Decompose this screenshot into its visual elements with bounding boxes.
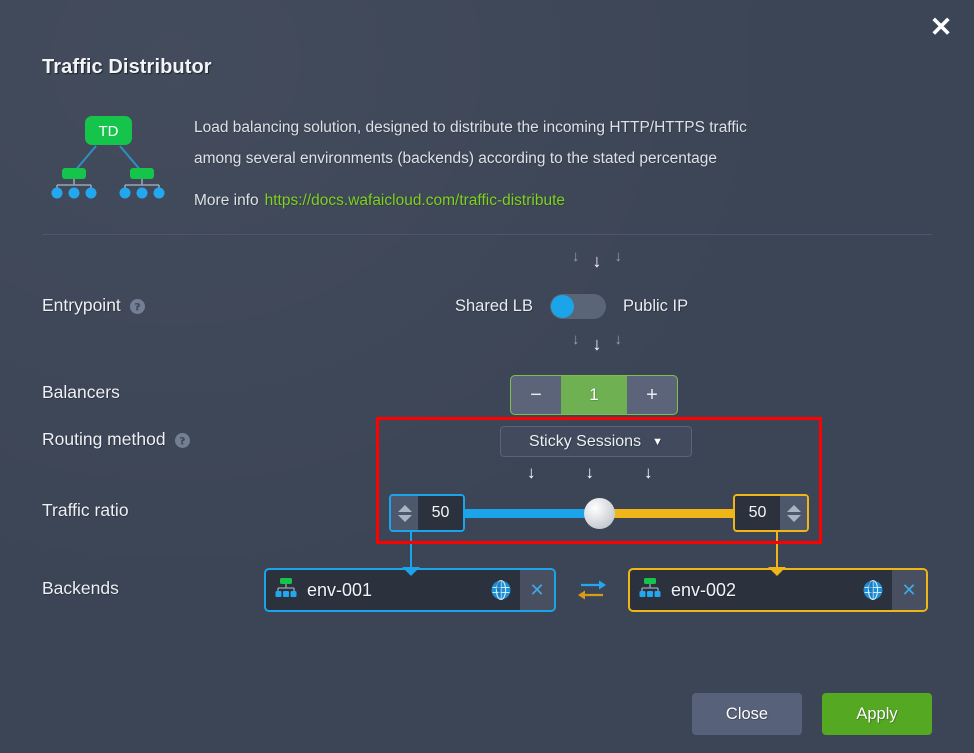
backends-row: env-001 ✕ env-002 ✕ [264,568,929,612]
slider-track-left[interactable] [465,508,586,518]
balancers-label-text: Balancers [42,382,120,402]
balancers-decrement-button[interactable]: − [511,376,561,414]
flow-arrows-ratio: ↓ ↓ ↓ [527,464,653,481]
arrow-down-icon: ↓ [644,463,653,482]
traffic-ratio-control: 50 50 [389,494,809,532]
arrow-down-icon: ↓ [572,248,580,265]
backend-remove-button[interactable]: ✕ [892,570,926,610]
connector-line-right [776,532,778,571]
connector-line-left [410,532,412,571]
environment-icon [639,578,661,597]
entrypoint-label: Entrypoint ? [42,295,145,316]
arrow-down-icon: ↓ [592,251,602,271]
routing-method-label-text: Routing method [42,429,166,449]
close-icon[interactable]: ✕ [924,10,958,44]
toggle-knob [550,295,574,318]
traffic-distributor-diagram-icon: TD [51,116,165,199]
traffic-ratio-left-spinner: 50 [389,494,465,532]
traffic-ratio-label-text: Traffic ratio [42,500,129,520]
traffic-ratio-right-value[interactable]: 50 [735,496,780,530]
arrow-down-icon: ↓ [614,248,623,265]
slider-handle[interactable] [583,497,615,529]
help-icon[interactable]: ? [129,299,145,314]
balancers-increment-button[interactable]: + [627,376,677,414]
flow-arrows-second: ↓ ↓ ↓ [572,331,623,354]
chevron-down-icon: ▼ [652,435,663,448]
more-info-row: More info https://docs.wafaicloud.com/tra… [194,192,934,210]
left-spinner-arrows[interactable] [391,496,418,530]
traffic-ratio-label: Traffic ratio [42,500,129,521]
backends-label: Backends [42,578,119,599]
swap-backends-button[interactable] [556,576,628,604]
swap-arrows-icon [578,580,606,600]
balancers-value[interactable]: 1 [561,376,627,414]
backend-remove-button[interactable]: ✕ [520,570,554,610]
spinner-down-icon[interactable] [397,514,412,522]
entrypoint-toggle[interactable] [549,294,606,319]
globe-icon[interactable] [862,579,884,601]
arrow-down-icon: ↓ [527,463,536,482]
balancers-stepper: − 1 + [510,375,678,415]
dialog-footer: Close Apply [0,693,974,735]
flow-arrows-top: ↓ ↓ ↓ [572,248,623,271]
entrypoint-label-text: Entrypoint [42,295,121,315]
spinner-down-icon[interactable] [786,514,801,522]
help-icon[interactable]: ? [174,433,190,448]
page-title: Traffic Distributor [42,56,212,78]
connector-arrow-right [768,567,786,576]
traffic-ratio-left-value[interactable]: 50 [418,496,463,530]
balancers-label: Balancers [42,382,120,403]
traffic-ratio-right-spinner: 50 [733,494,809,532]
close-button[interactable]: Close [692,693,802,735]
description-line-2: among several environments (backends) ac… [194,150,717,167]
routing-method-label: Routing method ? [42,429,190,450]
arrow-down-icon: ↓ [592,334,602,354]
entrypoint-option-public-ip[interactable]: Public IP [623,297,688,316]
arrow-down-icon: ↓ [572,331,580,348]
apply-button[interactable]: Apply [822,693,932,735]
more-info-label: More info [194,192,259,209]
section-divider [42,234,932,235]
globe-icon[interactable] [490,579,512,601]
arrow-down-icon: ↓ [585,463,595,482]
backend-name: env-002 [671,579,737,600]
routing-method-value: Sticky Sessions [529,432,642,450]
slider-track-right[interactable] [612,508,733,518]
spinner-up-icon[interactable] [786,504,801,512]
traffic-distributor-dialog: ✕ Traffic Distributor TD Load balancing … [0,0,974,753]
more-info-link[interactable]: https://docs.wafaicloud.com/traffic-dist… [265,192,565,209]
svg-text:TD: TD [99,123,119,140]
entrypoint-option-shared-lb[interactable]: Shared LB [455,297,533,316]
backend-name: env-001 [307,579,373,600]
connector-arrow-left [402,567,420,576]
routing-method-dropdown[interactable]: Sticky Sessions ▼ [500,426,692,457]
entrypoint-control: Shared LB Public IP [455,294,688,319]
description-line-1: Load balancing solution, designed to dis… [194,119,747,136]
description-text: Load balancing solution, designed to dis… [194,112,934,210]
backends-label-text: Backends [42,578,119,598]
right-spinner-arrows[interactable] [780,496,807,530]
spinner-up-icon[interactable] [397,504,412,512]
arrow-down-icon: ↓ [614,331,623,348]
environment-icon [275,578,297,597]
